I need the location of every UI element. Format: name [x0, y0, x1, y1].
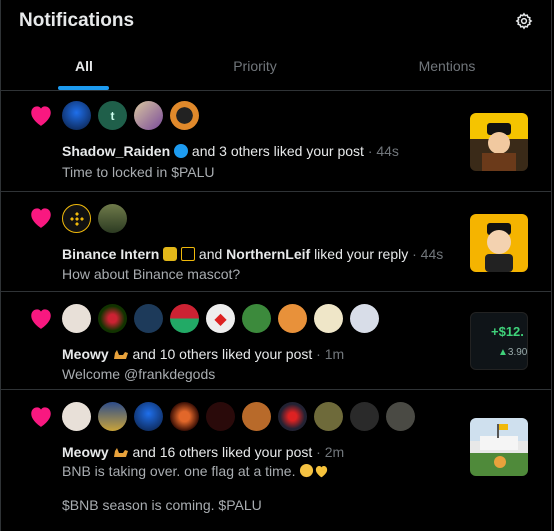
avatar[interactable] — [134, 101, 163, 130]
red-scarf-icon: ◆ — [214, 310, 227, 328]
avatar[interactable] — [98, 304, 127, 333]
notification-item[interactable]: Meowy and 16 others liked your post · 2m… — [1, 390, 551, 531]
binance-affiliate-icon — [181, 247, 196, 261]
avatar[interactable] — [314, 402, 343, 431]
tab-all[interactable]: All — [1, 42, 167, 90]
action-text: and 3 others liked your post — [191, 143, 364, 159]
avatar[interactable] — [242, 402, 271, 431]
avatar-row — [62, 402, 415, 431]
avatar[interactable] — [62, 402, 91, 431]
avatar[interactable] — [62, 204, 91, 233]
cat-emoji-icon — [113, 445, 129, 462]
username[interactable]: Binance Intern — [62, 246, 159, 262]
cat-emoji-icon — [113, 347, 129, 364]
thumb-percent-value: 3.90% — [507, 347, 528, 358]
yellow-heart-icon — [314, 464, 329, 481]
avatar[interactable] — [98, 204, 127, 233]
post-snippet-line1: BNB is taking over. one flag at a time. — [62, 463, 296, 479]
avatar[interactable] — [350, 402, 379, 431]
notifications-panel: Notifications All Priority Mentions t Sh… — [0, 0, 552, 531]
post-snippet: How about Binance mascot? — [62, 266, 241, 282]
tab-all-label: All — [75, 58, 93, 74]
avatar[interactable] — [62, 304, 91, 333]
timestamp: · 2m — [316, 444, 345, 460]
username[interactable]: Meowy — [62, 346, 109, 362]
character-image-icon — [482, 123, 516, 171]
heart-icon — [31, 309, 51, 329]
notification-item[interactable]: Binance Intern and NorthernLeif liked yo… — [1, 192, 551, 292]
avatar-letter: t — [110, 108, 115, 123]
avatar[interactable]: t — [98, 101, 127, 130]
notification-text: Meowy and 16 others liked your post · 2m — [62, 444, 344, 462]
username[interactable]: Meowy — [62, 444, 109, 460]
timestamp: · 44s — [412, 246, 444, 262]
heart-icon — [31, 407, 51, 427]
tab-priority[interactable]: Priority — [167, 42, 343, 90]
notification-item[interactable]: ◆ Meowy and 10 others liked your post · … — [1, 292, 551, 390]
gold-verified-badge-icon — [163, 247, 178, 261]
post-snippet: Welcome @frankdegods — [62, 366, 216, 382]
heart-icon — [31, 208, 51, 228]
notification-text: Meowy and 10 others liked your post · 1m — [62, 346, 344, 364]
post-snippet: Time to locked in $PALU — [62, 164, 215, 180]
verified-badge-icon — [174, 144, 189, 158]
saluting-face-icon — [299, 463, 314, 481]
active-tab-indicator — [58, 86, 109, 90]
tab-mentions[interactable]: Mentions — [343, 42, 551, 90]
avatar[interactable] — [386, 402, 415, 431]
action-text: liked your reply — [314, 246, 409, 262]
page-title: Notifications — [19, 10, 135, 31]
username[interactable]: NorthernLeif — [226, 246, 310, 262]
avatar-row — [62, 204, 127, 233]
avatar-row: t — [62, 101, 199, 130]
header: Notifications — [1, 0, 551, 42]
settings-gear-icon[interactable] — [513, 10, 535, 32]
character-image-icon — [485, 223, 513, 272]
tab-priority-label: Priority — [233, 58, 277, 74]
post-thumbnail[interactable] — [470, 418, 528, 476]
binance-logo-icon — [69, 211, 84, 226]
avatar[interactable] — [206, 402, 235, 431]
thumb-price: +$12. — [491, 324, 524, 339]
timestamp: · 44s — [367, 143, 399, 159]
notification-text: Shadow_Raiden and 3 others liked your po… — [62, 143, 399, 159]
avatar[interactable] — [278, 402, 307, 431]
avatar[interactable] — [62, 101, 91, 130]
tab-mentions-label: Mentions — [418, 58, 476, 74]
avatar[interactable] — [170, 101, 199, 130]
avatar-row: ◆ — [62, 304, 379, 333]
and-text: and — [198, 246, 223, 262]
avatar[interactable] — [98, 402, 127, 431]
post-snippet: BNB is taking over. one flag at a time. — [62, 463, 329, 481]
notification-item[interactable]: t Shadow_Raiden and 3 others liked your … — [1, 91, 551, 192]
avatar[interactable]: ◆ — [206, 304, 235, 333]
avatar[interactable] — [350, 304, 379, 333]
avatar[interactable] — [278, 304, 307, 333]
action-text: and 10 others liked your post — [132, 346, 313, 362]
tab-bar: All Priority Mentions — [1, 42, 551, 91]
notification-text: Binance Intern and NorthernLeif liked yo… — [62, 246, 443, 262]
post-thumbnail[interactable] — [470, 113, 528, 171]
post-thumbnail[interactable] — [470, 214, 528, 272]
action-text: and 16 others liked your post — [132, 444, 313, 460]
avatar[interactable] — [314, 304, 343, 333]
thumb-percent: ▲3.90% — [498, 347, 528, 358]
username[interactable]: Shadow_Raiden — [62, 143, 170, 159]
avatar[interactable] — [170, 402, 199, 431]
white-house-flag-icon — [480, 424, 518, 468]
avatar[interactable] — [242, 304, 271, 333]
heart-icon — [31, 106, 51, 126]
avatar[interactable] — [134, 402, 163, 431]
post-thumbnail[interactable]: +$12. ▲3.90% — [470, 312, 528, 370]
up-arrow-icon: ▲ — [498, 347, 508, 358]
post-snippet-line2: $BNB season is coming. $PALU — [62, 497, 262, 513]
avatar[interactable] — [170, 304, 199, 333]
avatar[interactable] — [134, 304, 163, 333]
timestamp: · 1m — [316, 346, 345, 362]
